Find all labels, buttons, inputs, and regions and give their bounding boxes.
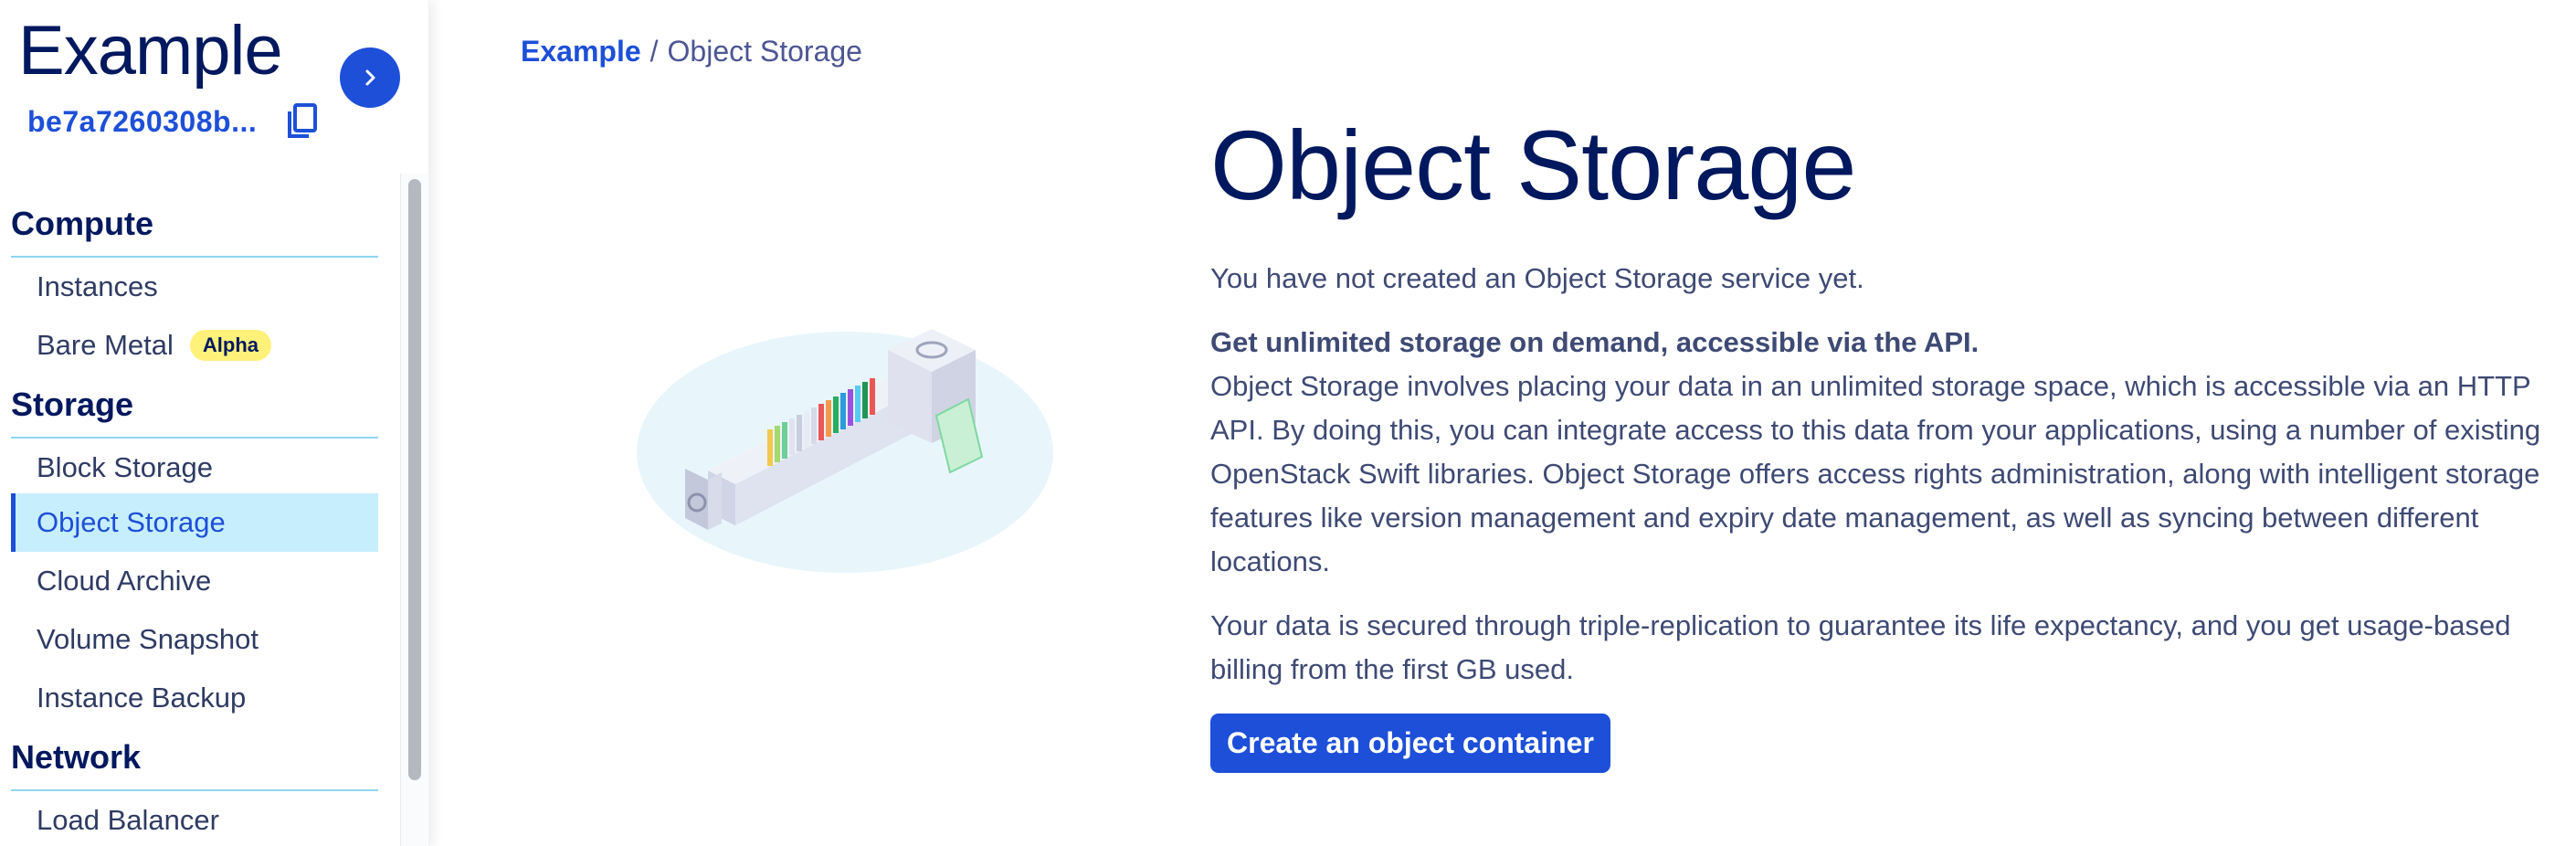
nav-group-title: Compute: [11, 205, 378, 258]
sidebar-item-instance-backup[interactable]: Instance Backup: [11, 669, 378, 727]
breadcrumb-current: Object Storage: [667, 35, 862, 68]
sidebar-item-label: Instances: [37, 270, 158, 302]
breadcrumb-separator: /: [649, 35, 659, 68]
sidebar-item-bare-metal[interactable]: Bare Metal Alpha: [11, 316, 378, 375]
copy-icon[interactable]: [284, 102, 321, 141]
main-content: Object Storage You have not created an O…: [1210, 108, 2544, 773]
breadcrumb-home-link[interactable]: Example: [521, 35, 641, 69]
nav-group-title: Network: [11, 738, 378, 791]
sidebar-item-label: Cloud Archive: [37, 565, 212, 597]
sidebar: Example be7a7260308b... Compute Instance…: [0, 0, 429, 846]
sidebar-scrollbar-thumb[interactable]: [408, 179, 421, 780]
sidebar-item-load-balancer[interactable]: Load Balancer: [11, 791, 378, 846]
sidebar-scrollbar[interactable]: [400, 174, 428, 846]
sidebar-item-label: Load Balancer: [37, 804, 219, 836]
sidebar-item-block-storage[interactable]: Block Storage: [11, 439, 378, 497]
sidebar-item-label: Bare Metal: [37, 329, 174, 361]
headline: Get unlimited storage on demand, accessi…: [1210, 326, 1980, 358]
sidebar-item-label: Block Storage: [37, 451, 213, 483]
sidebar-nav: Compute Instances Bare Metal Alpha Stora…: [0, 174, 402, 846]
description: Object Storage involves placing your dat…: [1210, 370, 2541, 577]
sidebar-item-cloud-archive[interactable]: Cloud Archive: [11, 552, 378, 610]
project-id: be7a7260308b...: [27, 104, 258, 138]
breadcrumb: Example / Object Storage: [521, 35, 862, 69]
sidebar-item-instances[interactable]: Instances: [11, 258, 378, 316]
nav-group-network: Network: [11, 738, 378, 791]
nav-group-title: Storage: [11, 386, 378, 439]
sidebar-toggle-button[interactable]: [340, 48, 400, 108]
create-object-container-button[interactable]: Create an object container: [1210, 714, 1610, 773]
object-storage-illustration: [637, 329, 1053, 573]
empty-state-text: You have not created an Object Storage s…: [1210, 262, 1864, 294]
sidebar-item-object-storage[interactable]: Object Storage: [11, 493, 378, 552]
nav-group-storage: Storage: [11, 386, 378, 439]
chevron-right-icon: [365, 69, 375, 86]
sidebar-item-volume-snapshot[interactable]: Volume Snapshot: [11, 610, 378, 669]
sidebar-item-label: Object Storage: [37, 506, 226, 538]
sidebar-item-label: Volume Snapshot: [37, 623, 259, 655]
alpha-badge: Alpha: [189, 330, 272, 361]
project-name: Example: [18, 12, 283, 90]
security-text: Your data is secured through triple-repl…: [1210, 609, 2511, 685]
sidebar-item-label: Instance Backup: [37, 682, 247, 714]
page-title: Object Storage: [1210, 110, 1856, 220]
project-id-row: be7a7260308b...: [27, 102, 321, 141]
nav-group-compute: Compute: [11, 205, 378, 258]
